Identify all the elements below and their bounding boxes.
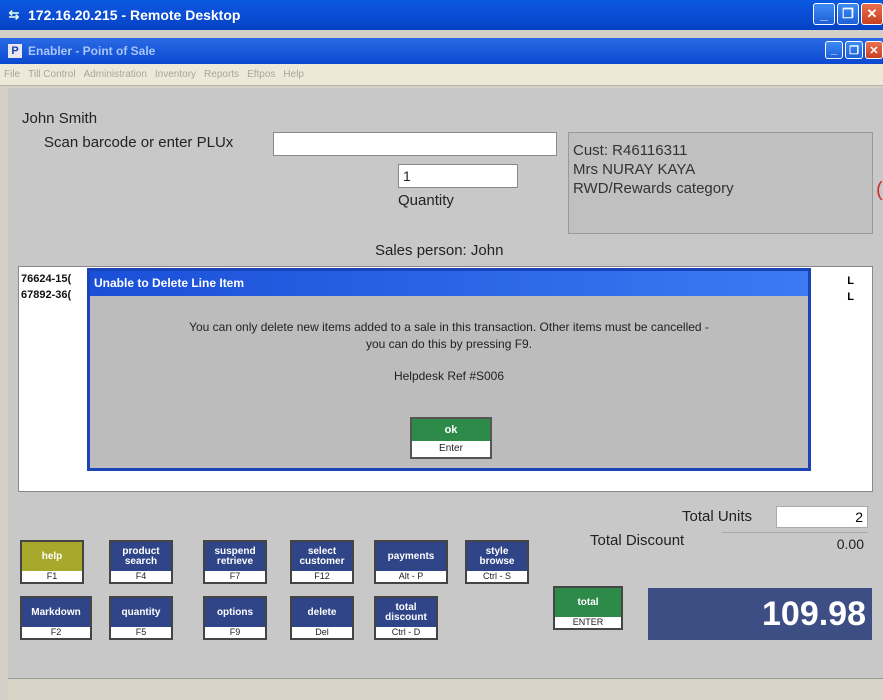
remote-desktop-titlebar[interactable]: ⇆ 172.16.20.215 - Remote Desktop _ ❐ ✕	[0, 0, 883, 30]
sales-person: Sales person: John	[375, 242, 504, 259]
app-window-controls: _ ❐ ✕	[825, 41, 883, 59]
product-search-key: F4	[135, 571, 147, 581]
dialog-helpdesk-ref: Helpdesk Ref #S006	[393, 369, 505, 383]
suspend-retrieve-label: suspend retrieve	[205, 542, 265, 571]
app-titlebar[interactable]: P Enabler - Point of Sale _ ❐ ✕	[0, 38, 883, 64]
payments-key: Alt - P	[398, 571, 424, 581]
help-button-label: help	[22, 542, 82, 571]
delete-key: Del	[315, 627, 329, 637]
user-name: John Smith	[22, 110, 98, 127]
line-item-code[interactable]: 76624-15(	[21, 273, 71, 285]
total-discount-value: 0.00	[722, 532, 868, 554]
customer-panel: Cust: R46116311 Mrs NURAY KAYA RWD/Rewar…	[568, 132, 873, 234]
total-units-value: 2	[776, 506, 868, 528]
barcode-input[interactable]	[273, 132, 557, 156]
remote-desktop-title: 172.16.20.215 - Remote Desktop	[28, 7, 241, 23]
ok-button-key: Enter	[439, 443, 463, 454]
style-browse-key: Ctrl - S	[483, 571, 511, 581]
payments-label: payments	[376, 542, 446, 571]
remote-desktop-icon: ⇆	[8, 7, 20, 22]
total-discount-button-label: total discount	[376, 598, 436, 627]
restore-button[interactable]: ❐	[837, 3, 859, 25]
customer-category: RWD/Rewards category	[573, 180, 734, 197]
total-discount-label: Total Discount	[590, 532, 685, 549]
payments-button[interactable]: payments Alt - P	[374, 540, 448, 584]
total-discount-button[interactable]: total discount Ctrl - D	[374, 596, 438, 640]
menu-file[interactable]: File	[4, 69, 20, 80]
suspend-retrieve-key: F7	[229, 571, 241, 581]
markdown-key: F2	[50, 627, 62, 637]
menu-administration[interactable]: Administration	[84, 69, 147, 80]
delete-label: delete	[292, 598, 352, 627]
minimize-button[interactable]: _	[813, 3, 835, 25]
markdown-label: Markdown	[22, 598, 90, 627]
menu-reports[interactable]: Reports	[204, 69, 239, 80]
dialog-message-line1: You can only delete new items added to a…	[189, 320, 709, 334]
quantity-button-label: quantity	[111, 598, 171, 627]
select-customer-label: select customer	[292, 542, 352, 571]
total-discount-button-key: Ctrl - D	[391, 627, 421, 637]
total-button-key: ENTER	[572, 617, 604, 627]
delete-button[interactable]: delete Del	[290, 596, 354, 640]
app-restore-button[interactable]: ❐	[845, 41, 863, 59]
select-customer-key: F12	[314, 571, 330, 581]
status-bar	[8, 678, 883, 700]
error-dialog: Unable to Delete Line Item You can only …	[87, 268, 811, 471]
total-amount-display: 109.98	[648, 588, 872, 640]
line-item-code[interactable]: 67892-36(	[21, 289, 71, 301]
style-browse-label: style browse	[467, 542, 527, 571]
line-item-flag: L	[847, 291, 854, 303]
product-search-button[interactable]: product search F4	[109, 540, 173, 584]
app-title: Enabler - Point of Sale	[28, 44, 156, 58]
menu-inventory[interactable]: Inventory	[155, 69, 196, 80]
customer-name: Mrs NURAY KAYA	[573, 161, 696, 178]
barcode-label: Scan barcode or enter PLUx	[44, 134, 234, 151]
menu-help[interactable]: Help	[283, 69, 304, 80]
total-units-label: Total Units	[682, 508, 753, 525]
product-search-label: product search	[111, 542, 171, 571]
total-button-label: total	[555, 588, 621, 617]
total-button[interactable]: total ENTER	[553, 586, 623, 630]
ok-button[interactable]: ok Enter	[410, 417, 492, 459]
suspend-retrieve-button[interactable]: suspend retrieve F7	[203, 540, 267, 584]
menu-bar: File Till Control Administration Invento…	[0, 64, 883, 86]
quantity-label: Quantity	[398, 192, 454, 209]
menu-eftpos[interactable]: Eftpos	[247, 69, 275, 80]
close-button[interactable]: ✕	[861, 3, 883, 25]
help-button-key: F1	[46, 571, 58, 581]
dialog-message-line2: you can do this by pressing F9.	[365, 337, 533, 351]
app-icon: P	[8, 44, 22, 58]
select-customer-button[interactable]: select customer F12	[290, 540, 354, 584]
ok-button-label: ok	[412, 419, 490, 441]
options-label: options	[205, 598, 265, 627]
quantity-button-key: F5	[135, 627, 147, 637]
menu-till-control[interactable]: Till Control	[28, 69, 75, 80]
quantity-button[interactable]: quantity F5	[109, 596, 173, 640]
remote-desktop-window-controls: _ ❐ ✕	[813, 3, 883, 25]
customer-id: Cust: R46116311	[573, 142, 688, 159]
app-minimize-button[interactable]: _	[825, 41, 843, 59]
dialog-title: Unable to Delete Line Item	[90, 271, 808, 296]
app-close-button[interactable]: ✕	[865, 41, 883, 59]
dialog-message: You can only delete new items added to a…	[90, 319, 808, 353]
options-button[interactable]: options F9	[203, 596, 267, 640]
quantity-input[interactable]: 1	[398, 164, 518, 188]
markdown-button[interactable]: Markdown F2	[20, 596, 92, 640]
edge-indicator-icon: (	[876, 179, 883, 201]
options-key: F9	[229, 627, 241, 637]
help-button[interactable]: help F1	[20, 540, 84, 584]
style-browse-button[interactable]: style browse Ctrl - S	[465, 540, 529, 584]
line-item-flag: L	[847, 275, 854, 287]
